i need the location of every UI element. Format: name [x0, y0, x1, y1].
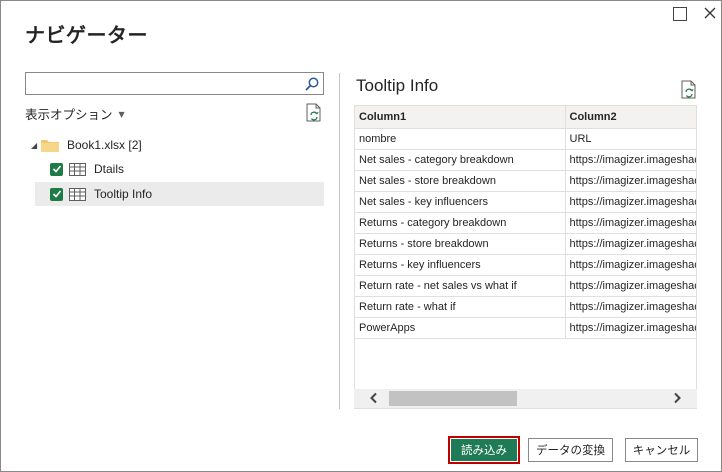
table-row: Net sales - key influencers https://imagi…: [355, 191, 696, 213]
table-cell: Return rate - what if: [355, 296, 566, 318]
tree-item-tooltip-info[interactable]: Tooltip Info: [35, 182, 324, 206]
dialog-title: ナビゲーター: [25, 23, 148, 47]
table-icon: [69, 162, 86, 176]
search-box: [25, 72, 324, 95]
close-button[interactable]: [701, 3, 719, 23]
checkmark-icon: [52, 165, 61, 173]
folder-icon: [41, 140, 59, 152]
display-options-label: 表示オプション: [25, 107, 113, 122]
refresh-icon[interactable]: [681, 80, 697, 99]
tree-item-label: Dtails: [94, 162, 125, 176]
horizontal-scrollbar[interactable]: [354, 389, 697, 408]
preview-grid: Column1 Column2 nombre URL Net sales - ca…: [354, 105, 697, 409]
table-cell: https://imagizer.imageshack.com: [565, 254, 696, 276]
table-cell: https://imagizer.imageshack.com: [565, 170, 696, 192]
tree-root-book[interactable]: ◢ Book1.xlsx [2]: [31, 136, 142, 154]
table-cell: https://imagizer.imageshack.com: [565, 317, 696, 339]
table-cell: https://imagizer.imageshack.com: [565, 275, 696, 297]
refresh-icon[interactable]: [306, 103, 322, 122]
tree-item-label: Tooltip Info: [94, 187, 153, 201]
pane-divider[interactable]: [339, 73, 340, 409]
table-cell: Returns - key influencers: [355, 254, 566, 276]
table-cell: https://imagizer.imageshack.com: [565, 233, 696, 255]
preview-table: Column1 Column2 nombre URL Net sales - ca…: [355, 106, 696, 339]
table-row: Return rate - what if https://imagizer.im…: [355, 296, 696, 318]
close-icon: [704, 7, 716, 19]
search-icon[interactable]: [304, 76, 320, 92]
table-cell: Net sales - category breakdown: [355, 149, 566, 171]
maximize-icon[interactable]: [673, 7, 687, 21]
column-header[interactable]: Column2: [565, 106, 696, 129]
table-row: Net sales - category breakdown https://im…: [355, 149, 696, 171]
table-cell: Returns - category breakdown: [355, 212, 566, 234]
checkbox-tooltip-info[interactable]: [50, 187, 63, 201]
display-options-dropdown[interactable]: 表示オプション ▼: [25, 104, 125, 123]
tree-item-dtails[interactable]: Dtails: [35, 157, 324, 181]
table-cell: Net sales - store breakdown: [355, 170, 566, 192]
table-row: Returns - store breakdown https://imagize…: [355, 233, 696, 255]
table-cell: https://imagizer.imageshack.com: [565, 212, 696, 234]
table-icon: [69, 187, 86, 201]
table-row: PowerAppshttps://imagizer.imageshack.com: [355, 317, 696, 339]
table-cell: https://imagizer.imageshack.com: [565, 191, 696, 213]
search-input[interactable]: [30, 75, 300, 92]
scrollbar-thumb[interactable]: [389, 391, 517, 406]
table-cell: Return rate - net sales vs what if: [355, 275, 566, 297]
tree-root-label: Book1.xlsx [2]: [67, 138, 142, 152]
table-cell: Net sales - key influencers: [355, 191, 566, 213]
table-cell: URL: [565, 128, 696, 150]
load-button[interactable]: 読み込み: [448, 436, 520, 464]
cancel-button[interactable]: キャンセル: [625, 438, 698, 462]
checkbox-dtails[interactable]: [50, 162, 63, 176]
expand-triangle-icon[interactable]: ◢: [31, 141, 41, 150]
table-cell: PowerApps: [355, 317, 566, 339]
table-header-row: Column1 Column2: [355, 106, 696, 129]
chevron-right-icon[interactable]: [671, 392, 683, 404]
chevron-down-icon: ▼: [118, 110, 125, 119]
table-row: Net sales - store breakdown https://imagi…: [355, 170, 696, 192]
table-row: Return rate - net sales vs what if https:…: [355, 275, 696, 297]
chevron-left-icon[interactable]: [368, 392, 380, 404]
preview-title: Tooltip Info: [356, 76, 439, 95]
navigator-dialog: ナビゲーター 表示オプション ▼ ◢ Book1.xlsx [2] Dtails…: [0, 0, 722, 472]
table-cell: nombre: [355, 128, 566, 150]
table-cell: Returns - store breakdown: [355, 233, 566, 255]
column-header[interactable]: Column1: [355, 106, 566, 129]
table-row: Returns - category breakdown https://imag…: [355, 212, 696, 234]
table-row: nombre URL: [355, 128, 696, 150]
table-cell: https://imagizer.imageshack.com: [565, 149, 696, 171]
table-row: Returns - key influencers https://imagize…: [355, 254, 696, 276]
transform-data-button[interactable]: データの変換: [528, 438, 613, 462]
table-cell: https://imagizer.imageshack.com: [565, 296, 696, 318]
checkmark-icon: [52, 190, 61, 198]
